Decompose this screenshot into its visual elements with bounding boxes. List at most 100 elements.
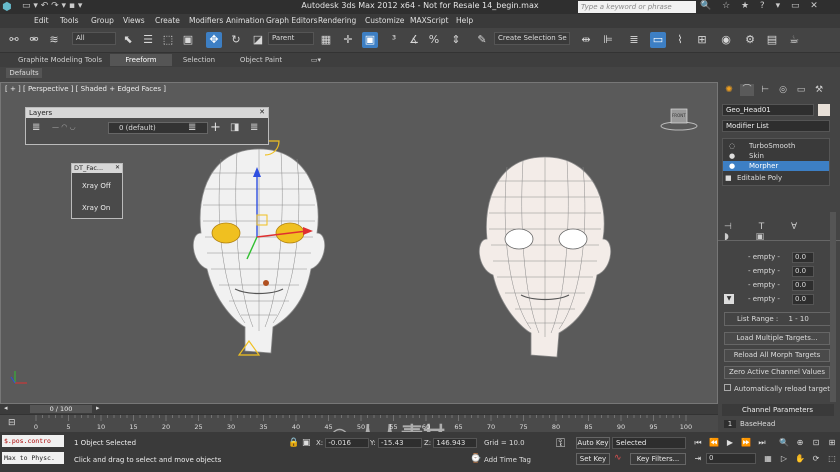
maximize-viewport-icon[interactable]: ⬚	[826, 453, 838, 465]
checkbox-box[interactable]	[724, 384, 731, 391]
display-tab-icon[interactable]: ▭	[794, 84, 808, 96]
time-configuration-icon[interactable]: ▦	[762, 453, 774, 465]
next-frame-icon[interactable]: ⏩	[740, 437, 752, 449]
viewcube[interactable]: FRONT	[659, 107, 699, 131]
x-coordinate[interactable]: X: -0.016	[316, 438, 370, 448]
tab-freeform[interactable]: Freeform	[110, 54, 172, 66]
material-editor-icon[interactable]: ◉	[718, 32, 734, 48]
key-icon[interactable]: ⚿	[556, 436, 565, 451]
select-layer-objects-icon[interactable]: ◨	[230, 122, 239, 133]
menu-customize[interactable]: Customize	[365, 16, 404, 25]
selection-region-icon[interactable]: ⬚	[160, 32, 176, 48]
select-by-name-icon[interactable]: ☰	[140, 32, 156, 48]
absolute-mode-icon[interactable]: ▣	[302, 438, 311, 448]
menu-maxscript[interactable]: MAXScript	[410, 16, 449, 25]
key-mode-dropdown[interactable]: Selected	[612, 437, 686, 449]
defaults-panel-label[interactable]: Defaults	[6, 68, 42, 78]
selection-filter-dropdown[interactable]: All	[72, 32, 116, 45]
key-filters-button[interactable]: Key Filters...	[630, 453, 686, 465]
channel-slot[interactable]: - empty - 0.0	[738, 280, 838, 292]
previous-frame-icon[interactable]: ⏪	[708, 437, 720, 449]
stack-item-skin[interactable]: ● Skin	[723, 151, 829, 161]
spinner-snap-icon[interactable]: ⇕	[448, 32, 464, 48]
layers-title[interactable]: Layers	[26, 108, 268, 118]
layers-toolbar-window[interactable]: Layers ✕ ≣ — ◠ ◡ 0 (default) ≣ + ◨ ≣	[25, 107, 269, 145]
menu-tools[interactable]: Tools	[60, 16, 78, 25]
keyboard-shortcut-override-icon[interactable]: ▣	[362, 32, 378, 48]
tab-object-paint[interactable]: Object Paint	[232, 54, 290, 66]
angle-snap-icon[interactable]: ∡	[406, 32, 422, 48]
scale-icon[interactable]: ◪	[250, 32, 266, 48]
stack-item-turbosmooth[interactable]: ◌ TurboSmooth	[723, 141, 829, 151]
menu-modifiers[interactable]: Modifiers	[189, 16, 223, 25]
channel-slot[interactable]: - empty - 0.0	[738, 266, 838, 278]
auto-reload-checkbox[interactable]: Automatically reload targets	[724, 384, 834, 393]
schematic-view-icon[interactable]: ⊞	[694, 32, 710, 48]
snaps-toggle-icon[interactable]: ³	[386, 32, 402, 48]
menu-graph-editors[interactable]: Graph Editors	[266, 16, 318, 25]
stack-item-editable-poly[interactable]: ■ Editable Poly	[723, 173, 829, 183]
edit-named-selection-icon[interactable]: ✎	[474, 32, 490, 48]
command-panel-scrollbar[interactable]	[830, 212, 836, 402]
lock-icon[interactable]: 🔒	[288, 438, 299, 448]
layer-manager-icon[interactable]: ≣	[626, 32, 642, 48]
field-of-view-icon[interactable]: ▷	[778, 453, 790, 465]
modify-tab-icon[interactable]: ⌒	[740, 84, 754, 96]
expand-icon[interactable]: ■	[725, 173, 732, 183]
y-coordinate[interactable]: Y: -15.43	[370, 438, 422, 448]
set-current-layer-icon[interactable]: ≣	[250, 122, 258, 133]
close-icon[interactable]: ✕	[115, 164, 120, 171]
bind-space-warp-icon[interactable]: ≋	[46, 32, 62, 48]
channel-slot[interactable]: - empty - 0.0	[738, 294, 838, 306]
xray-floater[interactable]: DT_Fac... ✕ Xray Off Xray On	[71, 163, 123, 219]
mini-curve-editor-icon[interactable]: ⊟	[8, 418, 16, 428]
window-crossing-icon[interactable]: ▣	[180, 32, 196, 48]
channel-slot[interactable]: - empty - 0.0	[738, 252, 838, 264]
create-tab-icon[interactable]: ✺	[722, 84, 736, 96]
go-to-end-icon[interactable]: ⏭	[756, 437, 768, 449]
xray-off-button[interactable]: Xray Off	[82, 182, 111, 190]
next-frame-icon[interactable]: ▸	[96, 404, 100, 412]
reload-morph-targets-button[interactable]: Reload All Morph Targets	[724, 349, 830, 362]
pan-icon[interactable]: ✋	[794, 453, 806, 465]
object-color-swatch[interactable]	[818, 104, 830, 116]
time-slider[interactable]: ◂ 0 / 100 ▸	[0, 404, 718, 414]
percent-snap-icon[interactable]: %	[426, 32, 442, 48]
curve-editor-icon[interactable]: ⌇	[672, 32, 688, 48]
select-object-icon[interactable]: ⬉	[120, 32, 136, 48]
menu-edit[interactable]: Edit	[34, 16, 49, 25]
unlink-icon[interactable]: ⚮	[26, 32, 42, 48]
z-coordinate[interactable]: Z: 146.943	[424, 438, 478, 448]
set-key-button[interactable]: Set Key	[576, 453, 610, 465]
add-time-tag-button[interactable]: Add Time Tag	[484, 456, 531, 464]
prev-frame-icon[interactable]: ◂	[4, 404, 8, 412]
perspective-viewport[interactable]: [ + ] [ Perspective ] [ Shaded + Edged F…	[0, 82, 718, 404]
menu-rendering[interactable]: Rendering	[318, 16, 356, 25]
key-mode-toggle-icon[interactable]: ⇥	[692, 453, 704, 465]
scroll-down-icon[interactable]: ▼	[724, 294, 734, 304]
help-toolbar[interactable]: 🔍 ☆ ★ ? ▾ ▭ ✕	[700, 1, 840, 11]
bulb-icon[interactable]: ●	[729, 161, 735, 171]
menu-animation[interactable]: Animation	[226, 16, 264, 25]
zoom-icon[interactable]: 🔍	[778, 437, 790, 449]
render-production-icon[interactable]: ☕	[786, 32, 802, 48]
menu-views[interactable]: Views	[123, 16, 145, 25]
graphite-toggle-icon[interactable]: ▭	[650, 32, 666, 48]
zoom-all-icon[interactable]: ⊕	[794, 437, 806, 449]
zero-channel-values-button[interactable]: Zero Active Channel Values	[724, 366, 830, 379]
auto-key-button[interactable]: Auto Key	[576, 437, 610, 449]
orbit-icon[interactable]: ⟳	[810, 453, 822, 465]
ribbon-options-icon[interactable]: ▭▾	[306, 54, 326, 66]
move-icon[interactable]: ✥	[206, 32, 222, 48]
motion-tab-icon[interactable]: ◎	[776, 84, 790, 96]
maxscript-listener-line[interactable]: $.pos.contro	[2, 435, 64, 447]
pivot-center-icon[interactable]: ▦	[318, 32, 334, 48]
rotate-icon[interactable]: ↻	[228, 32, 244, 48]
play-icon[interactable]: ▶	[724, 437, 736, 449]
search-input[interactable]: Type a keyword or phrase	[578, 1, 696, 13]
zoom-extents-icon[interactable]: ⊡	[810, 437, 822, 449]
xray-on-button[interactable]: Xray On	[82, 204, 110, 212]
maxscript-listener-line[interactable]: Max to Physc.	[2, 452, 64, 464]
bulb-icon[interactable]: ●	[729, 151, 735, 161]
stack-item-morpher[interactable]: ● Morpher	[723, 161, 829, 171]
